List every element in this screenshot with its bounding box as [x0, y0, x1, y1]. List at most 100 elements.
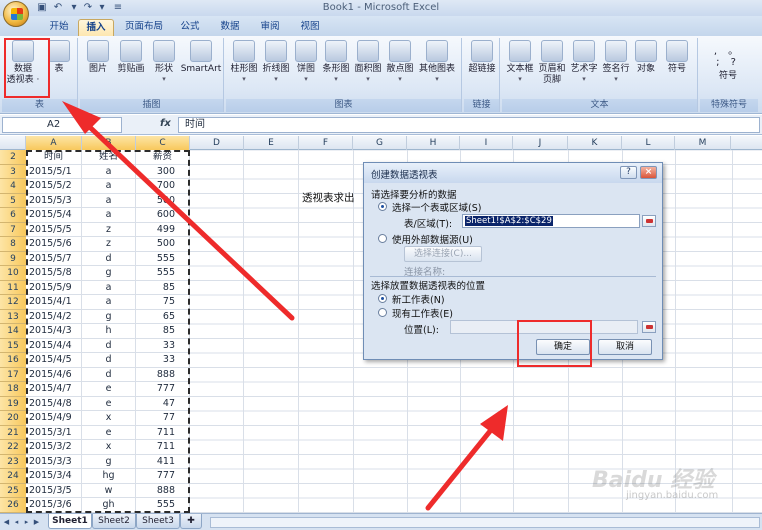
- cell-c[interactable]: 47: [136, 396, 190, 411]
- row-header[interactable]: 2: [0, 150, 26, 165]
- cell-c[interactable]: 555: [136, 251, 190, 266]
- row-header[interactable]: 9: [0, 251, 26, 266]
- cell-b[interactable]: d: [82, 367, 136, 382]
- cell-c[interactable]: 888: [136, 483, 190, 498]
- help-button[interactable]: ?: [620, 166, 637, 179]
- col-header-h[interactable]: H: [407, 136, 460, 150]
- tab-data[interactable]: 数据: [212, 19, 248, 36]
- cell-c[interactable]: 65: [136, 309, 190, 324]
- col-header-m[interactable]: M: [675, 136, 731, 150]
- cell-b[interactable]: x: [82, 411, 136, 426]
- cell-c[interactable]: 888: [136, 367, 190, 382]
- cell-c[interactable]: 500: [136, 237, 190, 252]
- cell-a[interactable]: 2015/5/1: [26, 164, 82, 179]
- row-header[interactable]: 20: [0, 411, 26, 426]
- cell-a[interactable]: 2015/4/4: [26, 338, 82, 353]
- row-header[interactable]: 4: [0, 179, 26, 194]
- range-picker-icon[interactable]: [642, 215, 656, 227]
- cell-a[interactable]: 2015/3/3: [26, 454, 82, 469]
- row-header[interactable]: 18: [0, 382, 26, 397]
- cell-b[interactable]: hg: [82, 469, 136, 484]
- signature-line-button[interactable]: 签名行 ▾: [600, 40, 632, 83]
- textbox-button[interactable]: 文本框 ▾: [504, 40, 536, 83]
- cell-b[interactable]: e: [82, 382, 136, 397]
- row-header[interactable]: 22: [0, 440, 26, 455]
- col-header-l[interactable]: L: [622, 136, 675, 150]
- row-header[interactable]: 12: [0, 295, 26, 310]
- sheet-tab-sheet2[interactable]: Sheet2: [92, 514, 136, 529]
- cell-b[interactable]: g: [82, 266, 136, 281]
- cell-a[interactable]: 2015/3/5: [26, 483, 82, 498]
- first-sheet-icon[interactable]: ◀: [2, 517, 11, 527]
- cell-c[interactable]: 777: [136, 382, 190, 397]
- insert-sheet-icon[interactable]: ✚: [180, 514, 202, 529]
- symbol-button[interactable]: 符号: [662, 40, 692, 75]
- shapes-button[interactable]: 形状 ▾: [150, 40, 178, 83]
- cell-a[interactable]: 2015/4/5: [26, 353, 82, 368]
- col-header-d[interactable]: D: [190, 136, 244, 150]
- cell-a[interactable]: 2015/5/4: [26, 208, 82, 223]
- row-header[interactable]: 5: [0, 193, 26, 208]
- row-header[interactable]: 17: [0, 367, 26, 382]
- choose-connection-button[interactable]: 选择连接(C)...: [404, 246, 482, 262]
- cell-a[interactable]: 2015/4/8: [26, 396, 82, 411]
- cell-b[interactable]: z: [82, 222, 136, 237]
- cell-c[interactable]: 555: [136, 266, 190, 281]
- row-header[interactable]: 8: [0, 237, 26, 252]
- object-button[interactable]: 对象: [632, 40, 660, 75]
- cell-b[interactable]: d: [82, 338, 136, 353]
- row-header[interactable]: 21: [0, 425, 26, 440]
- last-sheet-icon[interactable]: ▶: [32, 517, 41, 527]
- horizontal-scrollbar[interactable]: [210, 517, 760, 528]
- radio-existing-worksheet-label[interactable]: 现有工作表(E): [392, 306, 453, 320]
- tab-page-layout[interactable]: 页面布局: [118, 19, 170, 36]
- cell-c[interactable]: 711: [136, 440, 190, 455]
- cell-c[interactable]: 85: [136, 324, 190, 339]
- tab-view[interactable]: 视图: [292, 19, 328, 36]
- cell-a[interactable]: 2015/3/2: [26, 440, 82, 455]
- special-symbol-button[interactable]: , 。 ; ? 符号: [706, 46, 750, 82]
- prev-sheet-icon[interactable]: ◂: [12, 517, 21, 527]
- line-chart-button[interactable]: 折线图 ▾: [260, 40, 292, 83]
- col-header-g[interactable]: G: [353, 136, 407, 150]
- cell-b[interactable]: a: [82, 179, 136, 194]
- other-charts-button[interactable]: 其他图表 ▾: [416, 40, 458, 83]
- cell-b[interactable]: z: [82, 237, 136, 252]
- row-header[interactable]: 11: [0, 280, 26, 295]
- row-header[interactable]: 3: [0, 164, 26, 179]
- cell-c[interactable]: 600: [136, 208, 190, 223]
- cancel-button[interactable]: 取消: [598, 339, 652, 355]
- cell-a[interactable]: 2015/4/2: [26, 309, 82, 324]
- radio-existing-worksheet[interactable]: [378, 308, 387, 317]
- cell-c[interactable]: 700: [136, 179, 190, 194]
- smartart-button[interactable]: SmartArt: [180, 40, 222, 75]
- function-icon[interactable]: fx: [160, 118, 171, 129]
- name-box[interactable]: A2: [2, 117, 122, 133]
- row-header[interactable]: 24: [0, 469, 26, 484]
- formula-input[interactable]: 时间: [178, 117, 760, 133]
- sheet-tab-sheet1[interactable]: Sheet1: [48, 514, 92, 529]
- cell-c[interactable]: 555: [136, 498, 190, 513]
- cell-a[interactable]: 2015/5/5: [26, 222, 82, 237]
- hyperlink-button[interactable]: 超链接: [466, 40, 498, 75]
- cell-b[interactable]: x: [82, 440, 136, 455]
- range-input[interactable]: Sheet1!$A$2:$C$29: [462, 214, 640, 228]
- cell-c[interactable]: 411: [136, 454, 190, 469]
- bar-chart-button[interactable]: 条形图 ▾: [320, 40, 352, 83]
- row-header[interactable]: 15: [0, 338, 26, 353]
- cell-b[interactable]: a: [82, 208, 136, 223]
- radio-external-source-label[interactable]: 使用外部数据源(U): [392, 232, 473, 246]
- cell-b[interactable]: g: [82, 309, 136, 324]
- col-header-k[interactable]: K: [568, 136, 622, 150]
- cell-b[interactable]: h: [82, 324, 136, 339]
- radio-external-source[interactable]: [378, 234, 387, 243]
- select-all-corner[interactable]: [0, 136, 26, 150]
- radio-select-range[interactable]: [378, 202, 387, 211]
- cell-a[interactable]: 2015/4/6: [26, 367, 82, 382]
- radio-new-worksheet[interactable]: [378, 294, 387, 303]
- cell-a[interactable]: 2015/3/1: [26, 425, 82, 440]
- tab-review[interactable]: 审阅: [252, 19, 288, 36]
- next-sheet-icon[interactable]: ▸: [22, 517, 31, 527]
- row-header[interactable]: 6: [0, 208, 26, 223]
- cell-b[interactable]: gh: [82, 498, 136, 513]
